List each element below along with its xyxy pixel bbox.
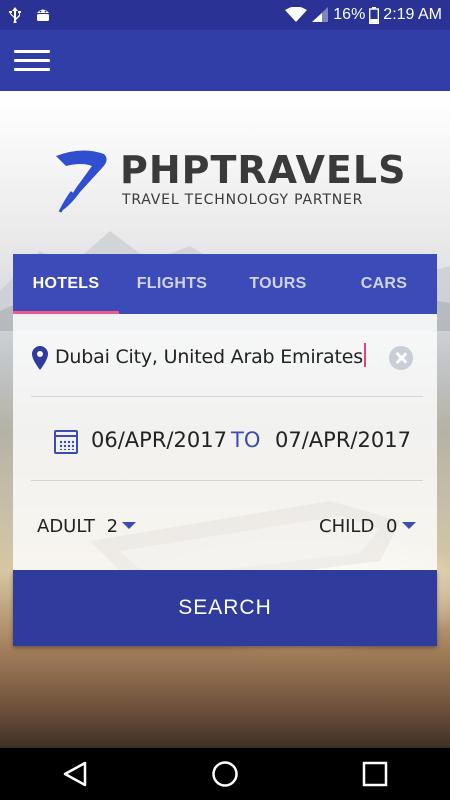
- wifi-icon: [285, 7, 308, 22]
- logo-name: PHPTRAVELS: [120, 148, 407, 192]
- hamburger-menu-icon[interactable]: [14, 50, 50, 72]
- recents-icon[interactable]: [355, 754, 395, 794]
- home-icon[interactable]: [205, 754, 245, 794]
- status-right: 16% 2:19 AM: [285, 6, 442, 24]
- child-count: 0: [386, 516, 398, 537]
- child-selector[interactable]: CHILD 0: [319, 516, 416, 537]
- search-tabs: HOTELS FLIGHTS TOURS CARS: [13, 254, 437, 314]
- clear-location-icon[interactable]: [389, 346, 413, 370]
- battery-percent: 16%: [333, 6, 366, 23]
- logo-mark-icon: [56, 150, 107, 213]
- tab-flights[interactable]: FLIGHTS: [119, 254, 225, 314]
- location-value: Dubai City, United Arab Emirates: [55, 346, 363, 368]
- divider: [31, 396, 423, 397]
- search-card: HOTELS FLIGHTS TOURS CARS Dubai City, Un…: [13, 254, 437, 646]
- dropdown-arrow-icon: [401, 522, 416, 529]
- usb-icon: [9, 7, 21, 23]
- system-nav-bar: [0, 748, 450, 800]
- child-label: CHILD: [319, 516, 375, 537]
- tab-hotels[interactable]: HOTELS: [13, 254, 119, 314]
- adult-count: 2: [106, 516, 119, 537]
- main-content: PHPTRAVELS TRAVEL TECHNOLOGY PARTNER HOT…: [0, 91, 450, 748]
- location-input[interactable]: Dubai City, United Arab Emirates: [55, 343, 366, 368]
- checkout-date[interactable]: 07/APR/2017: [275, 428, 411, 452]
- guests-row: ADULT 2 CHILD 0: [13, 504, 437, 550]
- status-left: [8, 7, 52, 23]
- adult-selector[interactable]: ADULT 2: [37, 516, 137, 537]
- status-bar: 16% 2:19 AM: [0, 0, 450, 30]
- divider: [31, 480, 423, 481]
- android-debug-icon: [37, 9, 49, 21]
- signal-icon: [312, 7, 329, 22]
- location-pin-icon: [32, 346, 48, 370]
- dropdown-arrow-icon: [122, 522, 137, 529]
- back-icon[interactable]: [55, 754, 95, 794]
- date-row: 06/APR/2017 TO 07/APR/2017: [13, 420, 437, 466]
- tab-tours[interactable]: TOURS: [225, 254, 331, 314]
- tab-cars[interactable]: CARS: [331, 254, 437, 314]
- hotel-search-form: Dubai City, United Arab Emirates 06/APR/…: [13, 314, 437, 570]
- brand-logo: PHPTRAVELS TRAVEL TECHNOLOGY PARTNER: [52, 148, 405, 218]
- date-separator: TO: [231, 428, 261, 452]
- logo-tagline: TRAVEL TECHNOLOGY PARTNER: [122, 192, 364, 208]
- checkin-date[interactable]: 06/APR/2017: [91, 428, 227, 452]
- adult-label: ADULT: [37, 516, 95, 537]
- text-cursor: [363, 343, 366, 367]
- location-row: Dubai City, United Arab Emirates: [13, 336, 437, 382]
- battery-icon: [369, 6, 380, 24]
- calendar-icon[interactable]: [54, 430, 78, 454]
- app-toolbar: [0, 30, 450, 91]
- search-button[interactable]: SEARCH: [13, 570, 437, 646]
- clock: 2:19 AM: [383, 6, 442, 23]
